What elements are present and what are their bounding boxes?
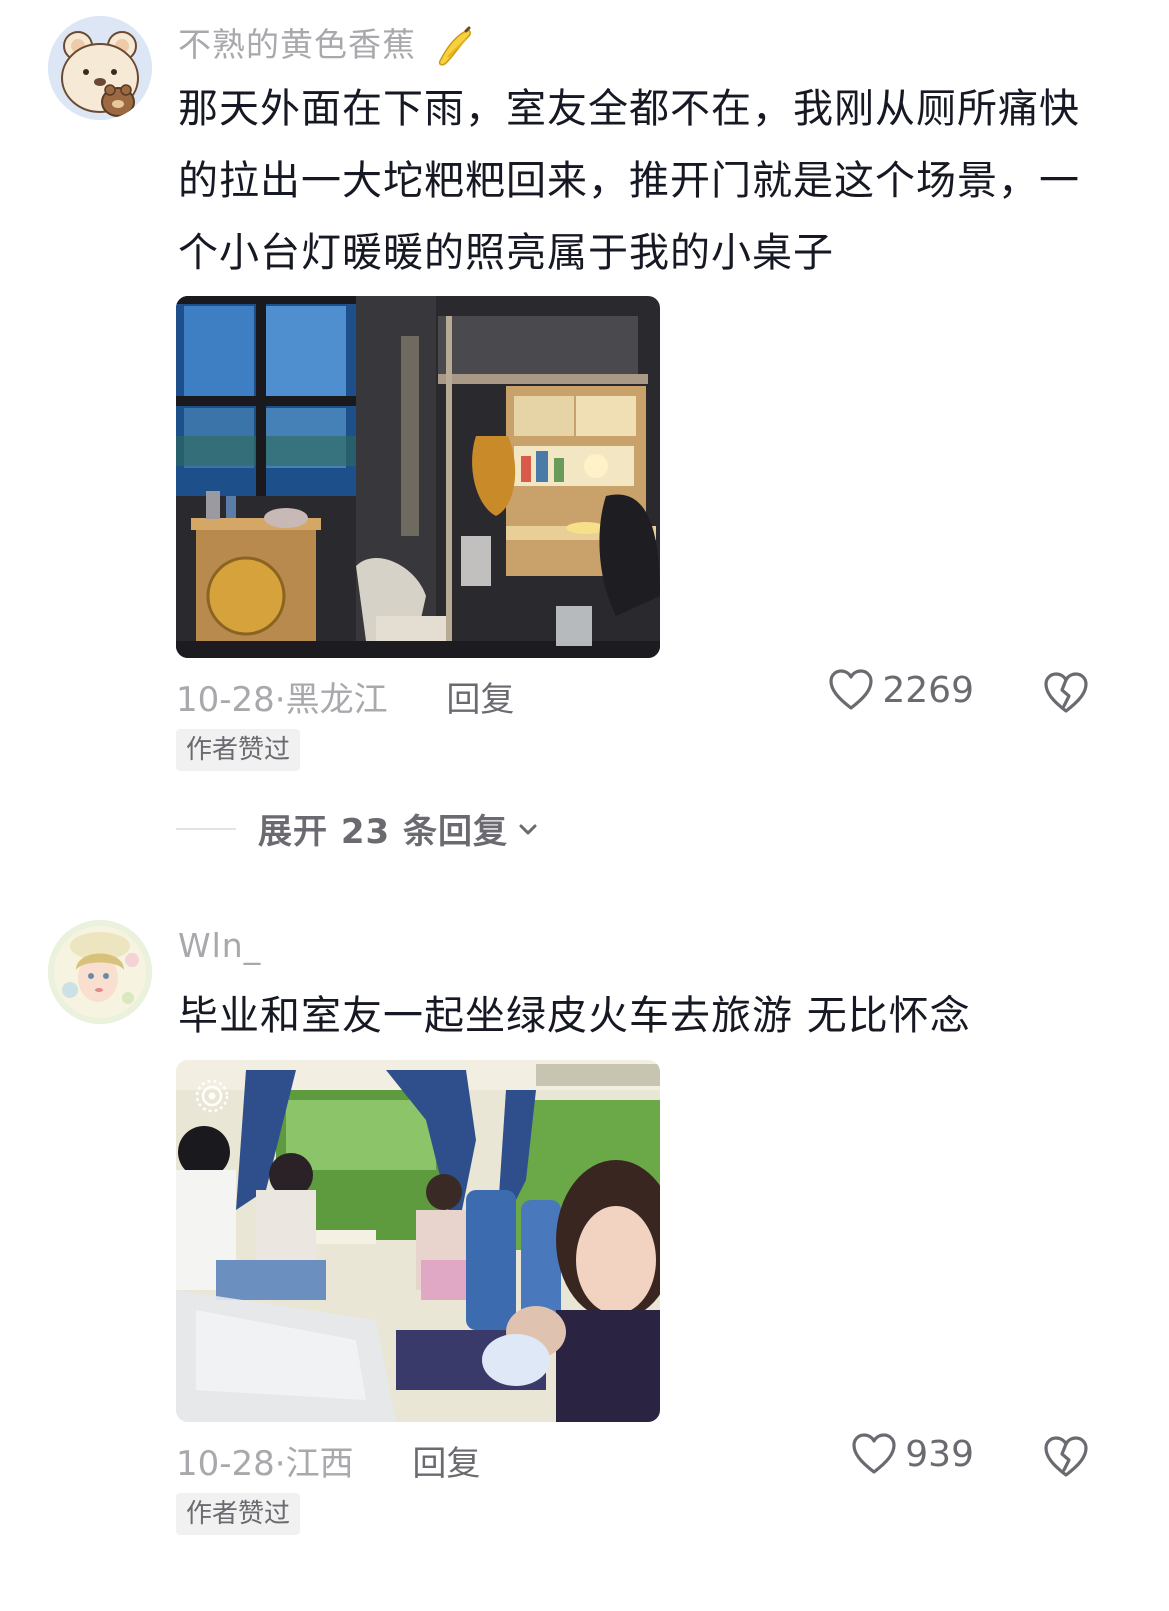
comment-date: 10-28 [176, 680, 275, 720]
like-button[interactable]: 939 [851, 1432, 974, 1476]
heart-icon [829, 669, 873, 710]
comment-photo-dorm[interactable] [176, 296, 660, 658]
username[interactable]: 不熟的黄色香蕉 [178, 18, 476, 69]
comment-meta: 10-28·江西 回复 [176, 1436, 480, 1485]
comment-item: Wln_ 毕业和室友一起坐绿皮火车去旅游 无比怀念 10-28·江西 回复 93… [0, 920, 1169, 1611]
comment-meta: 10-28·黑龙江 回复 [176, 672, 514, 721]
comment-item: 不熟的黄色香蕉 那天外面在下雨，室友全都不在，我刚从厕所痛快的拉出一大坨粑粑回来… [0, 0, 1169, 900]
dislike-button[interactable] [1043, 670, 1089, 720]
comment-text: 那天外面在下雨，室友全都不在，我刚从厕所痛快的拉出一大坨粑粑回来，推开门就是这个… [178, 86, 1080, 276]
illustrated-girl-avatar-icon [48, 920, 152, 1024]
user-avatar[interactable] [48, 16, 152, 120]
like-count: 2269 [882, 669, 974, 711]
expand-replies[interactable]: 展开 23 条回复 [176, 804, 540, 853]
username[interactable]: Wln_ [178, 926, 261, 965]
comment-location: 黑龙江 [285, 680, 388, 720]
comment-date: 10-28 [176, 1444, 275, 1484]
author-liked-badge: 作者赞过 [176, 729, 301, 771]
reply-button[interactable]: 回复 [446, 680, 514, 720]
user-avatar[interactable] [48, 920, 152, 1024]
like-button[interactable]: 2269 [828, 668, 974, 712]
author-liked-badge: 作者赞过 [176, 1493, 301, 1535]
meta-separator: · [274, 680, 286, 720]
like-count: 939 [905, 1433, 974, 1475]
heart-icon [852, 1433, 896, 1474]
meta-separator: · [274, 1444, 286, 1484]
reply-button[interactable]: 回复 [412, 1444, 480, 1484]
comment-text: 毕业和室友一起坐绿皮火车去旅游 无比怀念 [178, 993, 971, 1039]
broken-heart-icon [1044, 1436, 1088, 1477]
dislike-button[interactable] [1043, 1434, 1089, 1484]
bear-avatar-icon [48, 16, 152, 120]
expand-replies-label: 展开 23 条回复 [258, 812, 508, 852]
banana-emoji-icon [438, 26, 471, 65]
comment-photo-train[interactable] [176, 1060, 660, 1422]
comment-location: 江西 [285, 1444, 354, 1484]
dorm-room-photo [176, 296, 660, 658]
divider-line [176, 827, 236, 830]
train-trip-photo [176, 1060, 660, 1422]
chevron-down-icon [519, 824, 537, 834]
broken-heart-icon [1044, 672, 1088, 713]
